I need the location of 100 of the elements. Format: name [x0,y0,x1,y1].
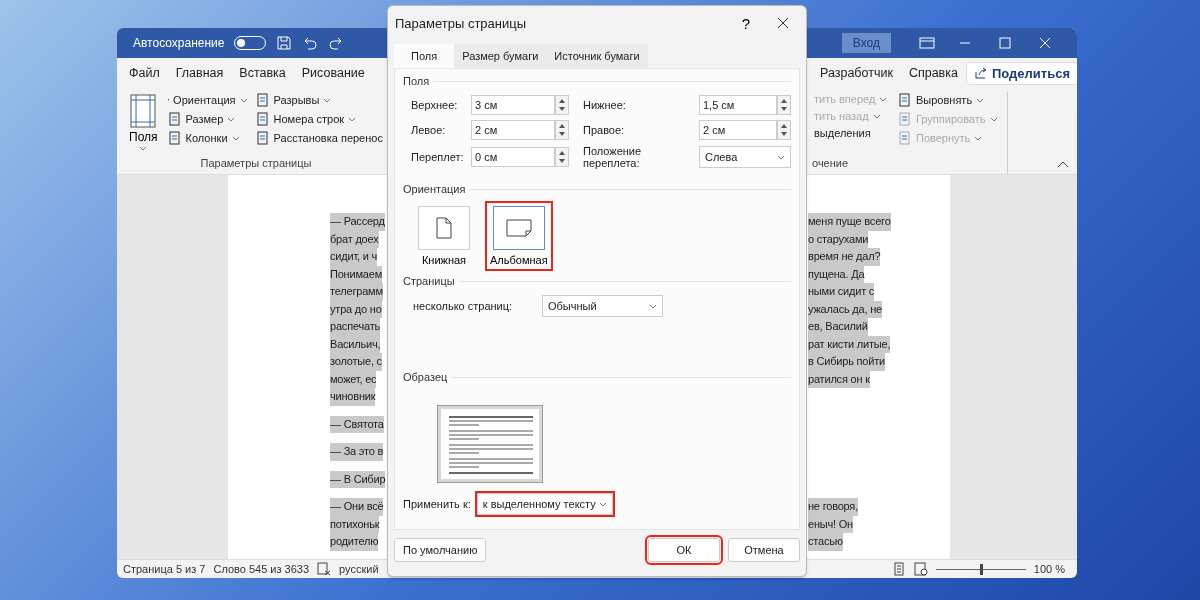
field-label: Нижнее: [583,99,627,111]
document-text: ужалась да, не [808,300,882,318]
document-text: — Святота [330,415,384,433]
field-label: Положение переплета: [583,145,643,169]
document-text: рат кисти литые, [808,335,891,353]
margin-field[interactable]: 2 см [471,120,555,140]
close-icon[interactable] [776,16,790,30]
document-text: — Рассерд [330,213,385,231]
ribbon-button[interactable]: Размер [165,111,250,127]
dialog-title: Параметры страницы [395,15,527,31]
portrait-page-icon [436,217,452,239]
chevron-down-icon [348,116,357,122]
margin-field[interactable]: 3 см [471,95,555,115]
menu-tab[interactable]: Файл [121,66,168,80]
menu-tab[interactable]: Главная [167,66,232,80]
share-button[interactable]: Поделиться [965,61,1077,85]
section-heading: Ориентация [403,183,791,195]
document-text: меня пуще всего [808,213,891,231]
margin-field[interactable]: 2 см [699,120,777,140]
dialog-tab[interactable]: Размер бумаги [454,44,547,68]
menu-tab[interactable]: Вставка [231,66,294,80]
ribbon-button[interactable]: Разрывы [253,92,385,108]
margin-field[interactable]: 1,5 см [699,95,777,115]
chevron-down-icon [139,146,148,151]
zoom-thumb[interactable] [979,563,983,575]
menu-tab[interactable]: Рисование [293,66,373,80]
spinner-icon[interactable] [777,120,791,140]
section-heading: Страницы [403,275,791,287]
menu-tab[interactable]: Справка [900,66,966,80]
document-text: время не дал? [808,248,881,266]
document-text: золотые, с [330,353,382,371]
autosave-label: Автосохранение [133,36,225,50]
document-text: в Сибирь пойти [808,353,885,371]
ribbon-button[interactable]: Ориентация [165,92,250,108]
document-text: ными сидит с [808,283,875,301]
web-layout-icon[interactable] [913,562,928,576]
group-label: очение [812,157,850,171]
document-text: сидит, и ч [330,248,378,266]
margins-button[interactable]: Поля [125,92,162,157]
spinner-icon[interactable] [777,95,791,115]
orientation-option[interactable]: Альбомная [485,201,553,271]
ribbon-button[interactable]: Расстановка перенос [253,130,385,146]
proofing-icon[interactable] [317,562,332,576]
field-label: несколько страниц: [413,300,514,312]
chevron-down-icon [649,303,657,309]
landscape-page-icon [505,219,532,237]
section-heading: Поля [403,75,791,87]
ribbon-button[interactable]: Номера строк [253,111,385,127]
spinner-icon[interactable] [555,95,569,115]
chevron-down-icon [976,97,985,103]
ribbon-button[interactable]: Выровнять [896,92,1000,108]
cancel-button[interactable]: Отмена [728,538,800,562]
ok-button[interactable]: ОК [648,538,720,562]
apply-to-dropdown[interactable]: к выделенному тексту [476,493,613,515]
spinner-icon[interactable] [555,147,569,167]
document-text: чиновник [330,388,376,406]
document-text: — За это в [330,443,384,461]
chevron-down-icon [231,135,240,141]
group-label: Параметры страницы [199,157,313,171]
section-heading: Образец [403,371,791,383]
chevron-down-icon [227,116,236,122]
document-text: распечать [330,318,381,336]
help-button[interactable]: ? [732,13,760,33]
chevron-down-icon [872,113,881,119]
language-indicator[interactable]: русский [339,563,379,575]
chevron-down-icon [598,501,607,507]
margins-icon [130,94,157,128]
collapse-ribbon-icon[interactable] [1057,160,1069,168]
margin-field[interactable]: 0 см [471,147,555,167]
default-button[interactable]: По умолчанию [394,538,487,562]
undo-icon[interactable] [302,35,319,51]
page-count[interactable]: Страница 5 из 7 [123,563,206,575]
share-icon [974,67,987,79]
chevron-down-icon [879,96,888,102]
multiple-pages-dropdown[interactable]: Обычный [542,295,663,317]
document-text: родителю [330,533,379,551]
field-label: Левое: [411,124,447,136]
document-text: — Они всё [330,498,384,516]
field-label: Применить к: [403,498,471,510]
dialog-tab[interactable]: Поля [394,44,455,68]
field-label: Переплет: [411,151,465,163]
ribbon-button[interactable]: выделения [812,126,890,140]
menu-tab[interactable]: Разработчик [812,66,901,80]
gutter-position-dropdown[interactable]: Слева [699,146,791,168]
document-text: стасью [808,533,843,551]
save-icon[interactable] [276,35,293,51]
zoom-level[interactable]: 100 % [1033,563,1065,575]
dialog-tab[interactable]: Источник бумаги [546,44,648,68]
spinner-icon[interactable] [555,120,569,140]
ribbon-display-icon[interactable] [919,36,935,50]
chevron-down-icon [974,135,983,141]
ribbon-button[interactable]: Колонки [165,130,250,146]
chevron-down-icon [239,97,248,103]
chevron-down-icon [323,97,332,103]
document-text: не говоря, [808,498,858,516]
word-count[interactable]: Слово 545 из 3633 [213,563,310,575]
chevron-down-icon [777,154,785,160]
document-text: телеграмм [330,283,383,301]
document-text: — В Сибир [330,470,386,488]
chevron-down-icon [989,116,998,122]
